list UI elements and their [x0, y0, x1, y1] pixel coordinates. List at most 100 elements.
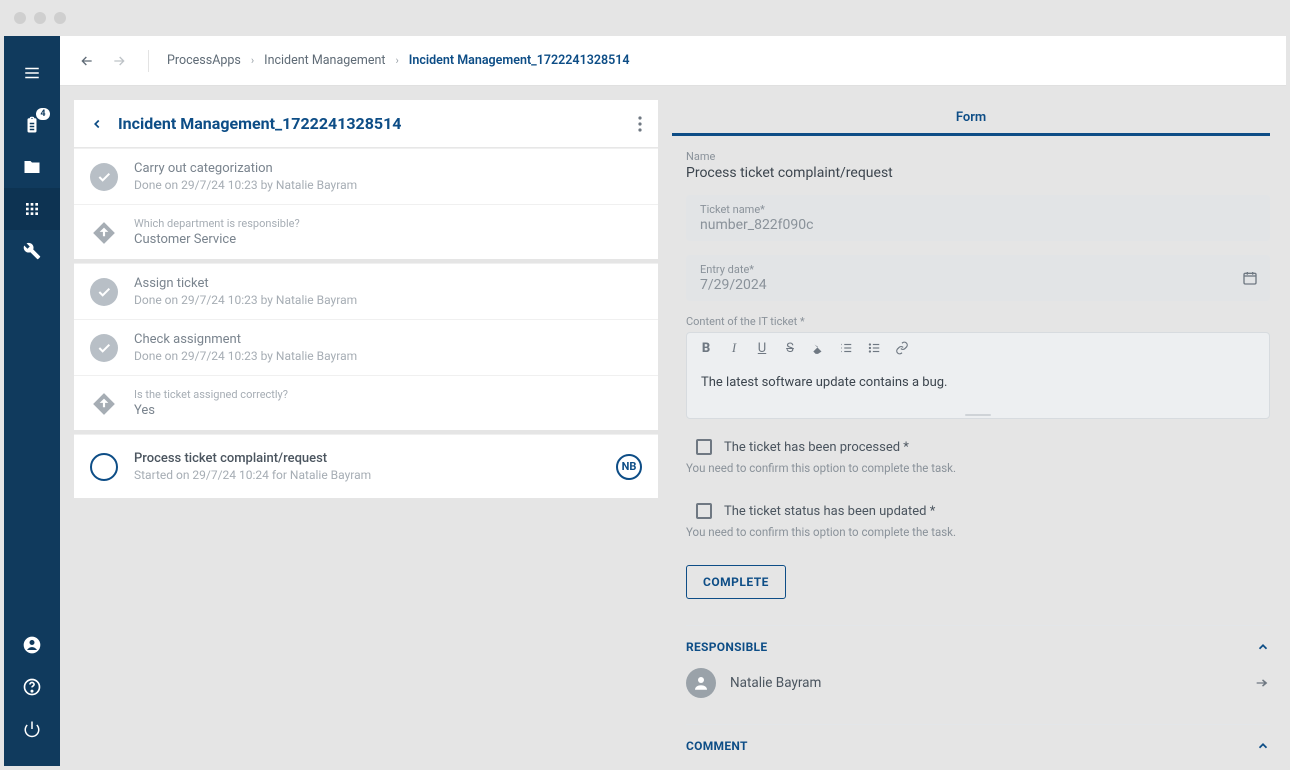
responsible-name: Natalie Bayram [730, 675, 1240, 691]
checkbox-icon[interactable] [696, 439, 712, 455]
nav-forward-button[interactable] [108, 50, 130, 72]
reassign-button[interactable] [1254, 675, 1270, 691]
process-step[interactable]: Is the ticket assigned correctly? Yes [74, 375, 658, 430]
window-dot [34, 12, 46, 24]
decision-icon [90, 219, 118, 247]
name-value: Process ticket complaint/request [686, 165, 1270, 181]
underline-icon[interactable]: U [755, 341, 769, 355]
assignee-avatar[interactable]: NB [616, 454, 642, 480]
checkbox-icon[interactable] [696, 503, 712, 519]
responsible-title: RESPONSIBLE [686, 640, 767, 654]
step-title: Which department is responsible? [134, 217, 642, 230]
content-editor[interactable]: B I U S [686, 332, 1270, 419]
resize-handle[interactable] [687, 412, 1269, 418]
arrow-left-icon [79, 53, 95, 69]
step-title: Carry out categorization [134, 161, 642, 176]
arrow-right-bold-icon [1254, 675, 1270, 691]
step-sub: Done on 29/7/24 10:23 by Natalie Bayram [134, 293, 642, 307]
user-avatar [686, 668, 716, 698]
check-icon [90, 334, 118, 362]
grid-icon [24, 201, 40, 217]
folder-button[interactable] [4, 146, 60, 188]
logout-button[interactable] [4, 708, 60, 750]
menu-button[interactable] [4, 52, 60, 94]
breadcrumb-item[interactable]: ProcessApps [167, 53, 241, 68]
chevron-right-icon: › [395, 54, 398, 67]
settings-button[interactable] [4, 230, 60, 272]
step-sub: Done on 29/7/24 10:23 by Natalie Bayram [134, 349, 642, 363]
comment-section: COMMENT NB [686, 724, 1270, 752]
step-title: Process ticket complaint/request [134, 451, 600, 466]
window-dot [14, 12, 26, 24]
entry-date-field: Entry date* 7/29/2024 [686, 255, 1270, 301]
collapse-button[interactable] [1256, 739, 1270, 752]
collapse-button[interactable] [1256, 640, 1270, 654]
step-sub: Started on 29/7/24 10:24 for Natalie Bay… [134, 468, 600, 482]
window-titlebar [0, 0, 1290, 36]
user-icon [22, 635, 42, 655]
process-step[interactable]: Assign ticket Done on 29/7/24 10:23 by N… [74, 263, 658, 319]
form-tab[interactable]: Form [670, 100, 1272, 133]
tasks-button[interactable]: 4 [4, 104, 60, 146]
calendar-icon [1242, 270, 1258, 286]
kebab-icon [638, 116, 642, 132]
bold-icon[interactable]: B [699, 341, 713, 355]
list-ordered-icon[interactable] [839, 341, 853, 355]
process-step[interactable]: Which department is responsible? Custome… [74, 204, 658, 259]
step-sub: Customer Service [134, 232, 642, 247]
process-step-current[interactable]: Process ticket complaint/request Started… [74, 434, 658, 498]
breadcrumb-item[interactable]: Incident Management [264, 53, 385, 68]
wrench-icon [23, 242, 41, 260]
step-sub: Yes [134, 403, 642, 418]
nav-back-button[interactable] [76, 50, 98, 72]
help-icon [22, 677, 42, 697]
step-title: Is the ticket assigned correctly? [134, 388, 642, 401]
breadcrumb-current: Incident Management_1722241328514 [409, 53, 630, 68]
check-icon [90, 163, 118, 191]
complete-button[interactable]: COMPLETE [686, 565, 786, 599]
open-circle-icon [90, 453, 118, 481]
editor-content[interactable]: The latest software update contains a bu… [687, 363, 1269, 412]
sidebar: 4 [4, 36, 60, 766]
menu-icon [23, 64, 41, 82]
entry-date-value: 7/29/2024 [700, 277, 1256, 293]
tasks-badge: 4 [36, 108, 50, 120]
chevron-up-icon [1256, 739, 1270, 752]
clear-format-icon[interactable] [811, 341, 825, 355]
check-icon [90, 278, 118, 306]
help-button[interactable] [4, 666, 60, 708]
checkbox-label: The ticket status has been updated * [724, 504, 935, 519]
chevron-left-icon [90, 117, 104, 131]
arrow-right-icon [111, 53, 127, 69]
content-label: Content of the IT ticket * [686, 315, 1270, 328]
name-label: Name [686, 150, 1270, 163]
italic-icon[interactable]: I [727, 341, 741, 355]
step-title: Check assignment [134, 332, 642, 347]
account-button[interactable] [4, 624, 60, 666]
person-icon [692, 674, 710, 692]
checkbox-label: The ticket has been processed * [724, 440, 909, 455]
breadcrumb: ProcessApps › Incident Management › Inci… [167, 53, 630, 68]
back-button[interactable] [90, 117, 104, 131]
ticket-name-value: number_822f090c [700, 217, 1256, 233]
step-title: Assign ticket [134, 276, 642, 291]
checkbox-processed[interactable]: The ticket has been processed * [686, 439, 1270, 455]
process-title: Incident Management_1722241328514 [118, 114, 401, 133]
strike-icon[interactable]: S [783, 341, 797, 355]
chevron-up-icon [1256, 640, 1270, 654]
helper-text: You need to confirm this option to compl… [686, 461, 1270, 475]
window-dot [54, 12, 66, 24]
process-panel: Incident Management_1722241328514 Carry … [74, 100, 658, 752]
process-step[interactable]: Check assignment Done on 29/7/24 10:23 b… [74, 319, 658, 375]
power-icon [23, 720, 41, 738]
apps-button[interactable] [4, 188, 60, 230]
ticket-name-label: Ticket name* [700, 203, 1256, 216]
link-icon[interactable] [895, 341, 909, 355]
list-bullet-icon[interactable] [867, 341, 881, 355]
process-step[interactable]: Carry out categorization Done on 29/7/24… [74, 148, 658, 204]
more-button[interactable] [638, 116, 642, 132]
comment-title: COMMENT [686, 739, 748, 752]
decision-icon [90, 390, 118, 418]
checkbox-updated[interactable]: The ticket status has been updated * [686, 503, 1270, 519]
topbar: ProcessApps › Incident Management › Inci… [60, 36, 1286, 86]
